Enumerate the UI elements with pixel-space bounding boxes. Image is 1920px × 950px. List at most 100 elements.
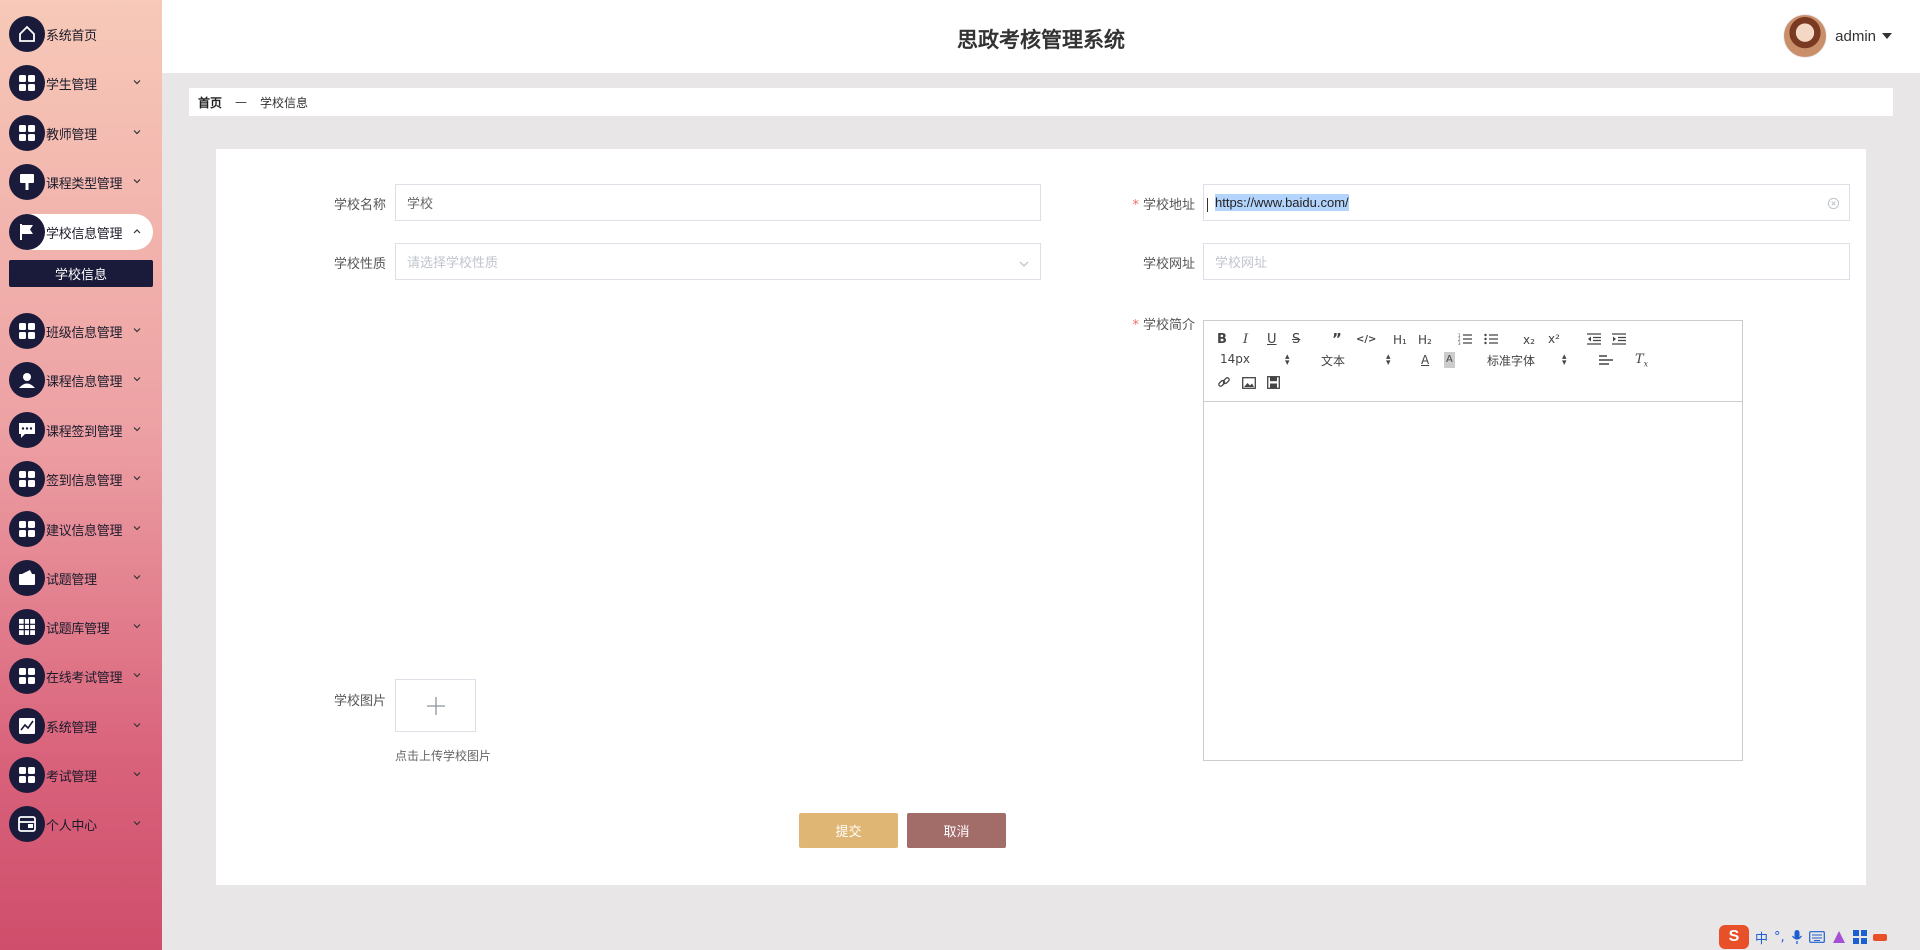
sidebar-item-label: 课程信息管理 <box>46 374 123 390</box>
sidebar-item[interactable]: 试题库管理 <box>9 609 153 645</box>
school-nature-select[interactable]: 请选择学校性质 <box>395 243 1041 280</box>
card-icon <box>9 806 45 842</box>
rich-text-editor: B I U S ” </> H₁ H₂ 123 x₂ x² 14px ▴ ▾ 文本 ▴… <box>1203 320 1743 761</box>
chevron-down-icon <box>133 575 141 580</box>
submenu-item-school-info[interactable]: 学校信息 <box>9 260 153 287</box>
school-website-label-text: 学校网址 <box>1142 257 1195 272</box>
svg-text:3: 3 <box>1458 341 1461 345</box>
sidebar-item[interactable]: 个人中心 <box>9 806 153 842</box>
sidebar-item[interactable]: 系统首页 <box>9 16 153 52</box>
heading-2-icon[interactable]: H₂ <box>1418 332 1432 348</box>
sidebar-item[interactable]: 班级信息管理 <box>9 313 153 349</box>
required-mark: * <box>1132 318 1139 333</box>
superscript-icon[interactable]: x² <box>1548 331 1560 347</box>
school-address-input[interactable]: https://www.baidu.com/ <box>1203 184 1850 221</box>
grid-icon <box>9 461 45 497</box>
ordered-list-icon[interactable]: 123 <box>1458 333 1472 345</box>
font-family-select[interactable]: 标准字体 ▴ ▾ <box>1487 352 1572 369</box>
sidebar-item[interactable]: 教师管理 <box>9 115 153 151</box>
heading-1-icon[interactable]: H₁ <box>1393 332 1407 348</box>
flag-icon <box>9 214 45 250</box>
video-icon[interactable] <box>1267 376 1280 389</box>
submit-button[interactable]: 提交 <box>799 813 898 848</box>
outdent-icon[interactable] <box>1587 333 1601 345</box>
sidebar-item[interactable]: 课程类型管理 <box>9 164 153 200</box>
user-name[interactable]: admin <box>1835 28 1876 45</box>
sidebar-item[interactable]: 课程信息管理 <box>9 362 153 398</box>
underline-icon[interactable]: U <box>1267 332 1277 348</box>
font-size-select[interactable]: 14px ▴ ▾ <box>1220 352 1295 368</box>
editor-content-area[interactable] <box>1204 402 1742 760</box>
text-cursor-icon <box>1207 198 1211 212</box>
image-icon[interactable] <box>1242 377 1256 389</box>
link-icon[interactable] <box>1217 376 1231 389</box>
extra-icon[interactable] <box>1872 931 1887 943</box>
school-name-input[interactable]: 学校 <box>395 184 1041 221</box>
keyboard-icon[interactable] <box>1808 931 1825 943</box>
sidebar-item[interactable]: 在线考试管理 <box>9 658 153 694</box>
microphone-icon[interactable] <box>1791 929 1803 945</box>
chevron-down-icon <box>133 377 141 382</box>
sidebar-item-label: 学校信息管理 <box>46 226 123 242</box>
caret-down-icon[interactable] <box>1882 33 1892 39</box>
editor-toolbar: B I U S ” </> H₁ H₂ 123 x₂ x² 14px ▴ ▾ 文本 ▴… <box>1204 321 1742 402</box>
user-menu[interactable]: admin <box>1783 14 1892 58</box>
user-icon <box>9 362 45 398</box>
grid-icon <box>9 511 45 547</box>
breadcrumb-home[interactable]: 首页 <box>198 94 222 111</box>
strikethrough-icon[interactable]: S <box>1292 332 1300 348</box>
sidebar-item[interactable]: 建议信息管理 <box>9 511 153 547</box>
sidebar-item[interactable]: 签到信息管理 <box>9 461 153 497</box>
sidebar-item[interactable]: 课程签到管理 <box>9 412 153 448</box>
cancel-button[interactable]: 取消 <box>907 813 1006 848</box>
sidebar-item[interactable]: 学生管理 <box>9 65 153 101</box>
brush-icon <box>9 164 45 200</box>
sogou-logo-icon[interactable]: S <box>1719 925 1749 949</box>
italic-icon[interactable]: I <box>1243 332 1248 348</box>
school-nature-label-text: 学校性质 <box>333 257 386 272</box>
toolbox-icon[interactable] <box>1852 930 1867 944</box>
bold-icon[interactable]: B <box>1217 332 1227 348</box>
updown-icon: ▴ ▾ <box>1386 352 1391 368</box>
font-family-value: 标准字体 <box>1487 354 1536 368</box>
align-left-icon[interactable] <box>1599 354 1613 366</box>
blockquote-icon[interactable]: ” <box>1332 331 1342 347</box>
indent-icon[interactable] <box>1612 333 1626 345</box>
grid-icon <box>9 658 45 694</box>
school-name-label-text: 学校名称 <box>333 198 386 213</box>
sidebar-item-label: 课程签到管理 <box>46 424 123 440</box>
background-color-icon[interactable]: A <box>1444 352 1455 368</box>
ime-mode-label[interactable]: 中 <box>1755 928 1768 947</box>
avatar[interactable] <box>1783 14 1828 58</box>
clear-icon[interactable] <box>1827 197 1840 210</box>
school-website-input[interactable]: 学校网址 <box>1203 243 1850 280</box>
sidebar-item[interactable]: 试题管理 <box>9 560 153 596</box>
school-intro-label-text: 学校简介 <box>1142 318 1195 333</box>
school-website-placeholder: 学校网址 <box>1215 256 1268 271</box>
chart-icon <box>9 708 45 744</box>
school-nature-placeholder: 请选择学校性质 <box>407 256 499 271</box>
bullet-list-icon[interactable] <box>1484 333 1498 345</box>
sidebar-item-label: 建议信息管理 <box>46 523 123 539</box>
sidebar-item-label: 系统管理 <box>46 720 97 736</box>
code-block-icon[interactable]: </> <box>1356 332 1376 348</box>
chevron-down-icon <box>133 821 141 826</box>
sidebar-item[interactable]: 学校信息管理 <box>9 214 153 250</box>
sidebar-item[interactable]: 考试管理 <box>9 757 153 793</box>
chevron-down-icon <box>1019 261 1029 267</box>
punctuation-icon[interactable]: °, <box>1774 930 1785 945</box>
top-header: 思政考核管理系统 admin <box>162 0 1920 73</box>
block-type-select[interactable]: 文本 ▴ ▾ <box>1321 352 1396 369</box>
font-color-icon[interactable]: A <box>1421 352 1429 368</box>
clear-format-icon[interactable]: Tx <box>1635 352 1648 373</box>
image-upload-button[interactable] <box>395 679 476 732</box>
school-image-label: 学校图片 <box>286 690 386 709</box>
school-image-label-text: 学校图片 <box>333 694 386 709</box>
chevron-down-icon <box>133 130 141 135</box>
skin-icon[interactable] <box>1831 929 1847 945</box>
subscript-icon[interactable]: x₂ <box>1523 332 1535 348</box>
sidebar-item[interactable]: 系统管理 <box>9 708 153 744</box>
updown-icon: ▴ ▾ <box>1285 352 1290 368</box>
sidebar-item-label: 课程类型管理 <box>46 176 123 192</box>
chevron-down-icon <box>133 723 141 728</box>
